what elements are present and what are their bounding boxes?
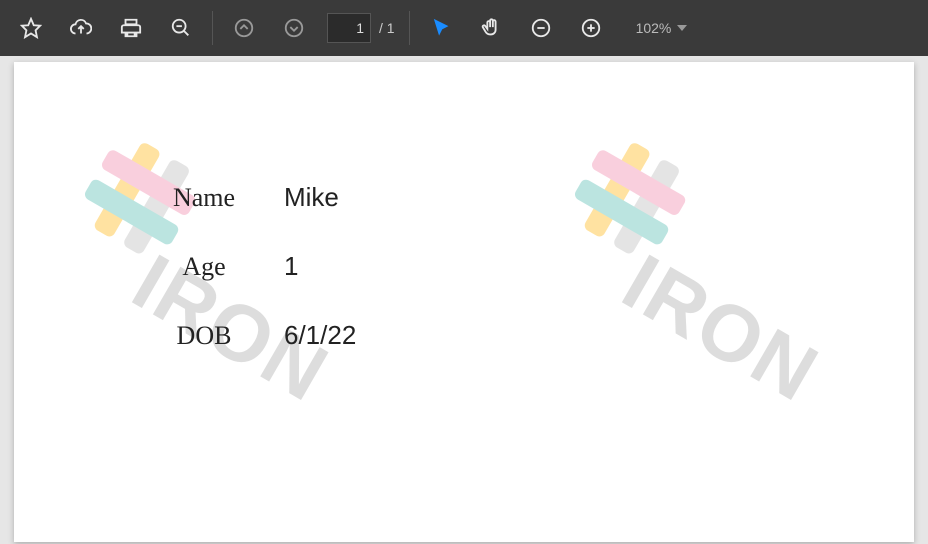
form-content: Name Mike Age 1 DOB 6/1/22: [124, 182, 356, 389]
hand-tool-icon[interactable]: [466, 3, 516, 53]
toolbar-separator: [212, 11, 213, 45]
pdf-toolbar: / 1 102%: [0, 0, 928, 56]
zoom-level-label: 102%: [636, 20, 672, 36]
zoom-in-icon[interactable]: [566, 3, 616, 53]
field-value-name: Mike: [284, 182, 339, 213]
page-indicator: / 1: [327, 13, 395, 43]
field-value-age: 1: [284, 251, 298, 282]
page-up-icon[interactable]: [219, 3, 269, 53]
zoom-out-icon[interactable]: [516, 3, 566, 53]
watermark-text: IRON: [608, 236, 834, 420]
cloud-upload-icon[interactable]: [56, 3, 106, 53]
select-tool-icon[interactable]: [416, 3, 466, 53]
page-total-label: / 1: [379, 20, 395, 36]
chevron-down-icon: [677, 25, 687, 31]
watermark-hash-icon: [547, 117, 711, 281]
field-row: Name Mike: [124, 182, 356, 213]
field-label-name: Name: [124, 183, 284, 213]
zoom-level-select[interactable]: 102%: [626, 20, 698, 36]
page-down-icon[interactable]: [269, 3, 319, 53]
document-viewport: IRON IRON Name Mike Age 1 DOB 6/1/22: [0, 56, 928, 544]
page-number-input[interactable]: [327, 13, 371, 43]
watermark: IRON: [482, 120, 914, 542]
pdf-page: IRON IRON Name Mike Age 1 DOB 6/1/22: [14, 62, 914, 542]
field-row: DOB 6/1/22: [124, 320, 356, 351]
star-icon[interactable]: [6, 3, 56, 53]
print-icon[interactable]: [106, 3, 156, 53]
field-row: Age 1: [124, 251, 356, 282]
field-value-dob: 6/1/22: [284, 320, 356, 351]
field-label-dob: DOB: [124, 321, 284, 351]
field-label-age: Age: [124, 252, 284, 282]
toolbar-separator: [409, 11, 410, 45]
search-icon[interactable]: [156, 3, 206, 53]
